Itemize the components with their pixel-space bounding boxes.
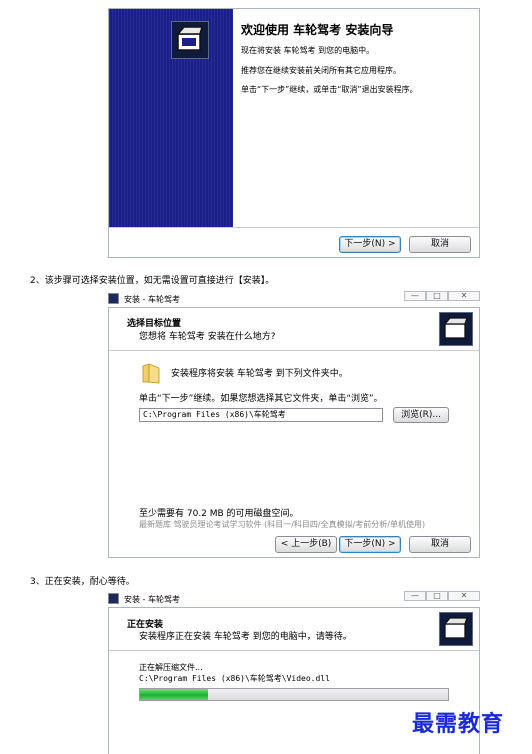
next-button[interactable]: 下一步(N) > bbox=[339, 236, 401, 253]
minimize-button[interactable]: — bbox=[404, 591, 426, 601]
close-button[interactable]: ✕ bbox=[448, 591, 480, 601]
status-text: 正在解压缩文件... bbox=[139, 663, 203, 672]
welcome-title: 欢迎使用 车轮驾考 安装向导 bbox=[241, 23, 394, 37]
browse-button[interactable]: 浏览(R)... bbox=[393, 407, 449, 423]
installer-box-icon bbox=[439, 612, 473, 646]
step-3-caption: 3、正在安装，耐心等待。 bbox=[30, 577, 135, 587]
welcome-window: 欢迎使用 车轮驾考 安装向导 现在将安装 车轮驾考 到您的电脑中。 推荐您在继续… bbox=[108, 8, 480, 258]
window-2-titlebar: 安装 - 车轮驾考 — □ ✕ bbox=[108, 291, 480, 307]
step-2-caption: 2、该步骤可选择安装位置，如无需设置可直接进行【安装】。 bbox=[30, 276, 275, 286]
header-area: 选择目标位置 您想将 车轮驾考 安装在什么地方? bbox=[109, 308, 479, 350]
page-subheading: 安装程序正在安装 车轮驾考 到您的电脑中，请等待。 bbox=[139, 632, 352, 642]
installer-box-icon bbox=[439, 312, 473, 346]
window-app-icon bbox=[108, 293, 119, 304]
welcome-line-1: 现在将安装 车轮驾考 到您的电脑中。 bbox=[241, 46, 375, 55]
welcome-line-2: 推荐您在继续安装前关闭所有其它应用程序。 bbox=[241, 66, 401, 75]
progress-bar bbox=[139, 688, 449, 701]
watermark: 最需教育 bbox=[412, 711, 505, 737]
window-3-titlebar: 安装 - 车轮驾考 — □ ✕ bbox=[108, 591, 480, 607]
window-app-icon bbox=[108, 593, 119, 604]
maximize-button[interactable]: □ bbox=[426, 591, 448, 601]
folder-icon bbox=[141, 362, 161, 384]
installer-box-icon bbox=[171, 21, 209, 59]
install-info: 安装程序将安装 车轮驾考 到下列文件夹中。 bbox=[171, 369, 348, 379]
window-title: 安装 - 车轮驾考 bbox=[124, 295, 180, 304]
promo-text: 最新题库 驾驶员理论考试学习软件 (科目一/科目四/全真模拟/考前分析/单机使用… bbox=[139, 520, 426, 529]
install-path-input[interactable]: C:\Program Files (x86)\车轮驾考 bbox=[139, 408, 383, 422]
cancel-button[interactable]: 取消 bbox=[409, 536, 471, 553]
header-divider bbox=[109, 650, 479, 651]
minimize-button[interactable]: — bbox=[404, 291, 426, 301]
maximize-button[interactable]: □ bbox=[426, 291, 448, 301]
next-button[interactable]: 下一步(N) > bbox=[339, 536, 401, 553]
page-subheading: 您想将 车轮驾考 安装在什么地方? bbox=[139, 332, 276, 342]
current-file: C:\Program Files (x86)\车轮驾考\Video.dll bbox=[139, 674, 330, 683]
header-divider bbox=[109, 350, 479, 351]
browse-hint: 单击“下一步”继续。如果您想选择其它文件夹，单击“浏览”。 bbox=[139, 394, 383, 404]
progress-fill bbox=[140, 689, 208, 700]
window-title: 安装 - 车轮驾考 bbox=[124, 595, 180, 604]
wizard-banner bbox=[109, 9, 233, 227]
cancel-button[interactable]: 取消 bbox=[409, 236, 471, 253]
destination-window: 选择目标位置 您想将 车轮驾考 安装在什么地方? 安装程序将安装 车轮驾考 到下… bbox=[108, 307, 480, 558]
close-button[interactable]: ✕ bbox=[448, 291, 480, 301]
disk-space-text: 至少需要有 70.2 MB 的可用磁盘空间。 bbox=[139, 509, 299, 519]
welcome-line-3: 单击“下一步”继续，或单击“取消”退出安装程序。 bbox=[241, 85, 418, 94]
footer-divider bbox=[109, 227, 479, 228]
back-button[interactable]: < 上一步(B) bbox=[275, 536, 337, 553]
page-heading: 选择目标位置 bbox=[127, 319, 182, 329]
